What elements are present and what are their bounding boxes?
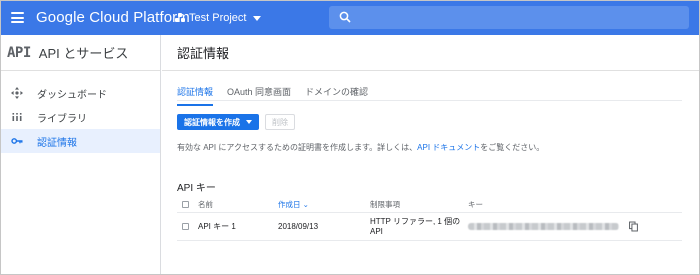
library-icon: [11, 111, 23, 123]
tab-credentials[interactable]: 認証情報: [177, 85, 214, 106]
hamburger-menu-icon[interactable]: [11, 12, 24, 23]
sidebar-item-credentials[interactable]: 認証情報: [1, 129, 160, 153]
action-bar: 認証情報を作成 削除: [177, 114, 295, 130]
column-header-name[interactable]: 名前: [198, 199, 278, 210]
sidebar-item-label: ライブラリ: [37, 113, 87, 125]
info-text-after: をご覧ください。: [480, 143, 545, 152]
app-window: Google Cloud Platform Test Project API A…: [0, 0, 700, 275]
info-text-before: 有効な API にアクセスするための証明書を作成します。詳しくは、: [177, 143, 418, 152]
column-header-restrictions: 制限事項: [370, 199, 400, 209]
search-input[interactable]: [329, 6, 689, 29]
dashboard-icon: [11, 87, 23, 99]
project-selector[interactable]: Test Project: [175, 9, 262, 27]
top-bar: Google Cloud Platform Test Project: [1, 1, 699, 35]
column-header-key: キー: [468, 200, 483, 209]
api-keys-section-title: API キー: [177, 183, 216, 194]
sort-chevron-down-icon: ⌄: [302, 200, 309, 209]
api-keys-table: 名前 作成日 ⌄ 制限事項 キー API キー 1 2018/09/13 HTT…: [177, 197, 682, 241]
project-dots-icon: [175, 13, 185, 23]
key-icon: [11, 135, 23, 147]
redacted-key-value: [468, 223, 619, 230]
sidebar-item-library[interactable]: ライブラリ: [1, 105, 160, 129]
delete-button: 削除: [265, 114, 295, 130]
create-credentials-button[interactable]: 認証情報を作成: [177, 114, 259, 130]
api-docs-link[interactable]: API ドキュメント: [417, 143, 480, 152]
api-logo: API: [7, 44, 31, 61]
copy-icon[interactable]: [628, 221, 638, 232]
table-header-row: 名前 作成日 ⌄ 制限事項 キー: [177, 197, 682, 213]
sidebar-header: API API とサービス: [1, 35, 160, 71]
api-key-value: [468, 221, 638, 232]
sidebar-nav: ダッシュボード ライブラリ 認証情報: [1, 81, 160, 153]
select-all-checkbox[interactable]: [182, 201, 189, 208]
sidebar-title: API とサービス: [38, 46, 129, 61]
table-row: API キー 1 2018/09/13 HTTP リファラー, 1 個の API: [177, 213, 682, 241]
sidebar: API API とサービス ダッシュボード ライブラリ 認証情報: [1, 35, 161, 274]
page-title: 認証情報: [162, 35, 699, 71]
info-text: 有効な API にアクセスするための証明書を作成します。詳しくは、API ドキュ…: [177, 142, 544, 153]
create-credentials-label: 認証情報を作成: [184, 117, 240, 127]
main-content: 認証情報 認証情報 OAuth 同意画面 ドメインの確認 認証情報を作成 削除 …: [162, 35, 699, 274]
project-name: Test Project: [189, 12, 247, 24]
tab-bar: 認証情報 OAuth 同意画面 ドメインの確認: [177, 85, 382, 106]
row-checkbox[interactable]: [182, 223, 189, 230]
tab-oauth-consent[interactable]: OAuth 同意画面: [227, 85, 291, 106]
sidebar-item-dashboard[interactable]: ダッシュボード: [1, 81, 160, 105]
tabs-divider: [177, 100, 682, 101]
column-header-date[interactable]: 作成日 ⌄: [278, 199, 370, 210]
api-key-name-link[interactable]: API キー 1: [198, 221, 278, 232]
search-icon: [339, 11, 351, 23]
api-key-restrictions: HTTP リファラー, 1 個の API: [370, 216, 461, 236]
chevron-down-icon: [246, 120, 252, 124]
tab-domain-verification[interactable]: ドメインの確認: [305, 85, 368, 106]
chevron-down-icon: [253, 15, 262, 21]
sidebar-item-label: ダッシュボード: [37, 89, 107, 101]
api-key-created-date: 2018/09/13: [278, 222, 319, 231]
sidebar-item-label: 認証情報: [37, 137, 77, 149]
column-header-date-label: 作成日: [278, 200, 301, 209]
brand-title[interactable]: Google Cloud Platform: [36, 9, 190, 26]
